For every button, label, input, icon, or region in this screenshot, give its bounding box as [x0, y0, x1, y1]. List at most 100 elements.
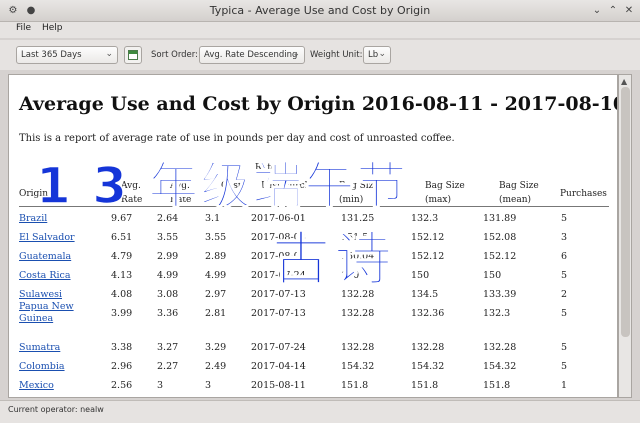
sort-order-value: Avg. Rate Descending — [204, 50, 298, 60]
cell-date: 2017-07-13 — [251, 289, 306, 300]
calendar-icon — [128, 50, 138, 60]
sort-order-label: Sort Order: — [151, 50, 198, 60]
header-origin: Origin — [19, 189, 48, 199]
header-avg-rate-a: Avg. Rate — [121, 181, 143, 205]
window-title: Typica - Average Use and Cost by Origin — [209, 4, 431, 17]
menu-help[interactable]: Help — [42, 23, 63, 33]
cell-max: 132.28 — [411, 342, 445, 353]
calendar-button[interactable] — [124, 46, 142, 64]
date-range-value: Last 365 Days — [21, 50, 82, 60]
cell-min: 151.8 — [341, 380, 369, 391]
cell-purchases: 5 — [561, 308, 568, 319]
close-icon[interactable]: ✕ — [622, 4, 636, 18]
header-divider — [19, 206, 609, 207]
sort-order-select[interactable]: Avg. Rate Descending ⌄ — [199, 46, 305, 64]
cell-min: 150.04 — [341, 251, 375, 262]
cell-cost: 2.89 — [205, 251, 227, 262]
cell-purchases: 5 — [561, 342, 568, 353]
weight-unit-select[interactable]: Lb ⌄ — [363, 46, 391, 64]
chevron-up-icon[interactable]: ▲ — [621, 77, 627, 86]
header-purchases: Purchases — [560, 189, 607, 199]
chevron-down-icon: ⌄ — [292, 49, 300, 59]
cell-date: 2017-08-08 — [251, 232, 306, 243]
cell-r1: 2.96 — [111, 361, 133, 372]
cell-cost: 2.97 — [205, 289, 227, 300]
weight-unit-value: Lb — [368, 50, 379, 60]
cell-r1: 9.67 — [111, 213, 133, 224]
cell-r1: 6.51 — [111, 232, 133, 243]
toolbar: Last 365 Days ⌄ Sort Order: Avg. Rate De… — [0, 40, 640, 70]
menu-bar: File Help — [0, 22, 640, 38]
origin-link[interactable]: Papua New Guinea — [19, 301, 81, 325]
origin-link[interactable]: Brazil — [19, 213, 47, 224]
menu-file[interactable]: File — [16, 23, 31, 33]
origin-link[interactable]: Sulawesi — [19, 289, 62, 300]
scrollbar-thumb[interactable] — [621, 87, 630, 337]
origin-link[interactable]: Mexico — [19, 380, 54, 391]
cell-mean: 133.39 — [483, 289, 517, 300]
cell-date: 2015-08-11 — [251, 380, 306, 391]
cell-mean: 150 — [483, 270, 502, 281]
origin-link[interactable]: Colombia — [19, 361, 65, 372]
cell-r2: 2.64 — [157, 213, 179, 224]
status-bar: Current operator: nealw — [0, 400, 640, 423]
cell-max: 132.3 — [411, 213, 439, 224]
report-view[interactable]: Average Use and Cost by Origin 2016-08-1… — [8, 74, 618, 398]
cell-mean: 152.08 — [483, 232, 517, 243]
cell-date: 2017-07-24 — [251, 270, 306, 281]
header-avg-rate-b: Avg. Rate — [170, 181, 192, 205]
cell-min: 131.25 — [341, 213, 375, 224]
cell-cost: 3.55 — [205, 232, 227, 243]
cell-r1: 4.08 — [111, 289, 133, 300]
cell-r2: 2.99 — [157, 251, 179, 262]
title-bar: ⚙ ● Typica - Average Use and Cost by Ori… — [0, 0, 640, 22]
cell-mean: 152.12 — [483, 251, 517, 262]
cell-max: 154.32 — [411, 361, 445, 372]
cell-max: 151.8 — [411, 380, 439, 391]
cell-min: 151.52 — [341, 232, 375, 243]
origin-link[interactable]: Sumatra — [19, 342, 60, 353]
cell-cost: 2.81 — [205, 308, 227, 319]
origin-link[interactable]: El Salvador — [19, 232, 75, 243]
cell-min: 132.28 — [341, 289, 375, 300]
origin-link[interactable]: Costa Rica — [19, 270, 71, 281]
cell-r1: 4.13 — [111, 270, 133, 281]
report-description: This is a report of average rate of use … — [19, 133, 455, 144]
cell-max: 152.12 — [411, 232, 445, 243]
cell-cost: 4.99 — [205, 270, 227, 281]
cell-r2: 3 — [157, 380, 164, 391]
cell-date: 2017-07-24 — [251, 342, 306, 353]
chevron-down-icon: ⌄ — [105, 49, 113, 59]
cell-min: 132.28 — [341, 342, 375, 353]
cell-date: 2017-06-01 — [251, 213, 306, 224]
chevron-down-icon: ⌄ — [378, 49, 386, 59]
origin-link[interactable]: Guatemala — [19, 251, 71, 262]
cell-r1: 3.99 — [111, 308, 133, 319]
cell-r2: 3.55 — [157, 232, 179, 243]
date-range-select[interactable]: Last 365 Days ⌄ — [16, 46, 118, 64]
cell-date: 2017-07-13 — [251, 308, 306, 319]
cell-date: 2017-04-14 — [251, 361, 306, 372]
vertical-scrollbar[interactable]: ▲ — [618, 74, 632, 398]
cell-mean: 154.32 — [483, 361, 517, 372]
cell-purchases: 5 — [561, 361, 568, 372]
chevron-up-icon[interactable]: ⌃ — [606, 4, 620, 18]
cell-r2: 3.36 — [157, 308, 179, 319]
cell-r1: 2.56 — [111, 380, 133, 391]
cell-cost: 3.29 — [205, 342, 227, 353]
cell-r1: 4.79 — [111, 251, 133, 262]
cell-mean: 132.28 — [483, 342, 517, 353]
weight-unit-label: Weight Unit: — [310, 50, 363, 60]
chevron-down-icon[interactable]: ⌄ — [590, 4, 604, 18]
cell-max: 152.12 — [411, 251, 445, 262]
header-last-purchase: Last Purchase — [261, 181, 326, 191]
cell-max: 132.36 — [411, 308, 445, 319]
cell-cost: 3.1 — [205, 213, 221, 224]
cell-min: 154.32 — [341, 361, 375, 372]
cell-mean: 131.89 — [483, 213, 517, 224]
header-group-rate: Rate — [255, 163, 277, 173]
cell-r1: 3.38 — [111, 342, 133, 353]
cell-mean: 151.8 — [483, 380, 511, 391]
cell-max: 134.5 — [411, 289, 439, 300]
cell-cost: 2.49 — [205, 361, 227, 372]
